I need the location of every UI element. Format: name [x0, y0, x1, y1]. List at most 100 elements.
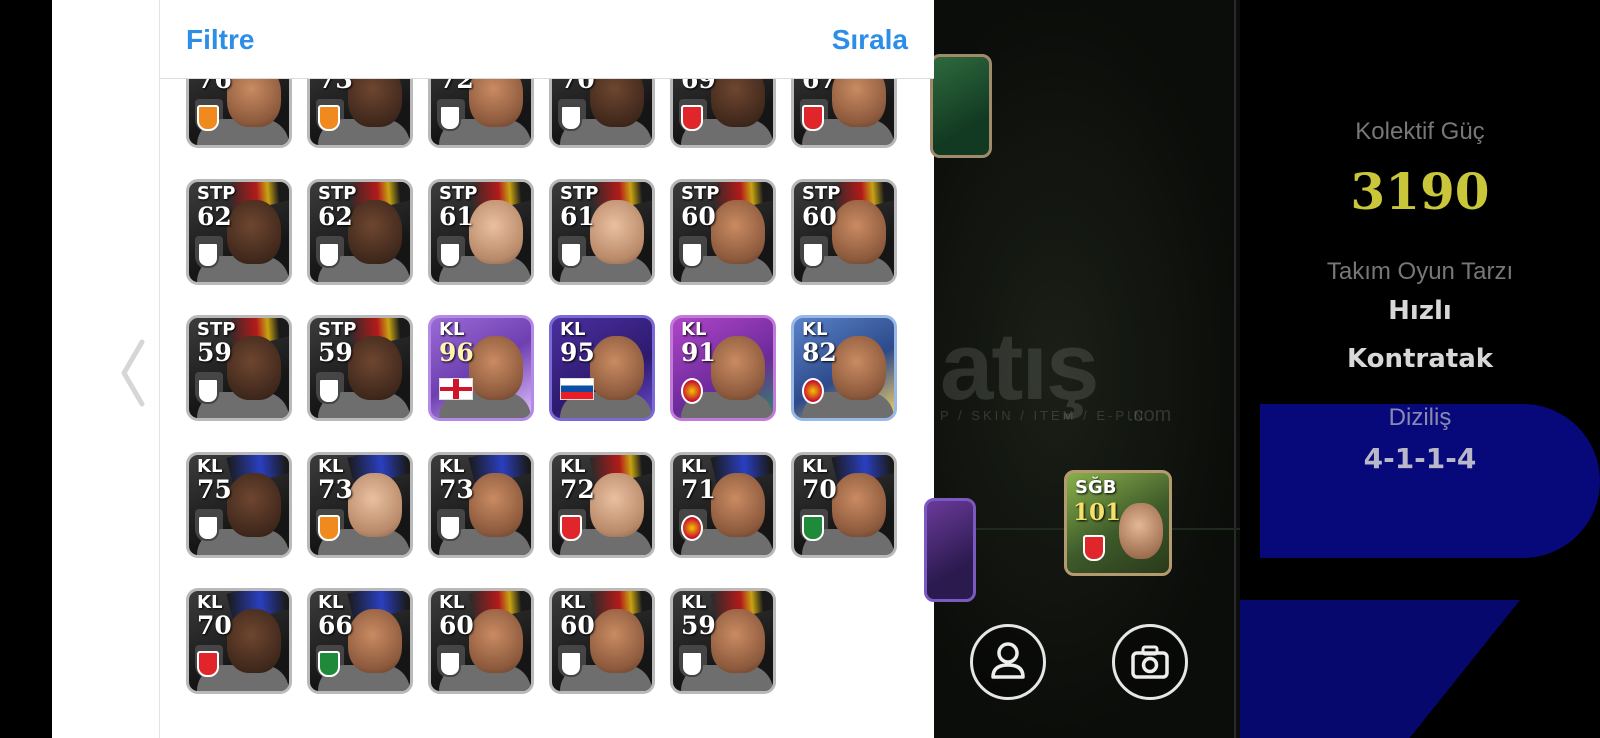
club-crest-icon — [318, 105, 340, 131]
card-position: KL — [197, 592, 223, 613]
card-rating: 60 — [560, 611, 595, 640]
profile-button[interactable] — [970, 624, 1046, 700]
field-line — [1234, 0, 1236, 738]
player-card[interactable]: KL 66 — [307, 588, 413, 694]
player-card[interactable]: KL 72 — [549, 451, 655, 558]
card-rating: 60 — [802, 201, 837, 231]
player-portrait — [348, 336, 402, 400]
player-portrait — [469, 472, 523, 537]
player-card[interactable]: STP 60 — [791, 178, 897, 285]
player-portrait — [469, 199, 523, 264]
club-crest-icon — [318, 514, 340, 541]
card-position: KL — [318, 592, 344, 613]
club-crest-icon — [318, 651, 340, 677]
player-portrait — [711, 199, 765, 264]
chevron-left-icon[interactable] — [118, 338, 148, 408]
person-icon — [991, 642, 1025, 679]
card-position: KL — [560, 455, 586, 477]
player-card[interactable]: STP 61 — [549, 178, 655, 285]
card-rating: 61 — [560, 201, 595, 231]
player-portrait — [227, 336, 281, 400]
card-position: KL — [560, 319, 586, 340]
card-rating: 82 — [802, 338, 837, 367]
player-portrait — [227, 199, 281, 264]
card-position: KL — [197, 455, 223, 477]
player-card[interactable]: KL 95 — [549, 315, 655, 421]
card-rating: 60 — [681, 201, 716, 231]
player-portrait — [832, 199, 886, 264]
card-rating: 62 — [318, 201, 353, 231]
card-rating: 95 — [560, 338, 595, 367]
watermark-logo: atış — [940, 313, 1099, 420]
team-playstyle-label: Takım Oyun Tarzı — [1326, 258, 1514, 285]
player-card[interactable]: STP 60 — [670, 178, 776, 285]
club-crest-icon — [197, 105, 219, 131]
watermark-tagline: P / SKIN / ITEM / E-PIN — [940, 408, 1147, 423]
panel-header: Filtre Sırala — [160, 0, 934, 79]
pitch-player-card-featured[interactable]: SĞB 101 — [1064, 470, 1172, 576]
card-rating: 70 — [802, 474, 837, 504]
player-portrait — [590, 336, 644, 400]
club-crest-icon — [439, 241, 461, 268]
club-crest-icon — [681, 241, 703, 268]
card-position: STP — [802, 182, 841, 204]
player-portrait — [1119, 503, 1163, 559]
collective-strength-label: Kolektif Güç — [1355, 118, 1485, 145]
player-portrait — [227, 609, 281, 673]
card-rating: 75 — [197, 474, 232, 504]
filter-button[interactable]: Filtre — [186, 24, 254, 56]
player-card[interactable]: STP 61 — [428, 178, 534, 285]
card-position: SĞB — [1075, 477, 1117, 498]
player-card[interactable]: KL 82 — [791, 315, 897, 421]
club-crest-icon — [681, 651, 703, 677]
formation-value[interactable]: 4-1-1-4 — [1240, 442, 1600, 475]
club-crest-icon — [318, 241, 340, 268]
club-crest-icon — [681, 514, 703, 541]
card-position: KL — [802, 455, 828, 477]
card-position: KL — [318, 455, 344, 477]
player-card[interactable]: KL 60 — [549, 588, 655, 694]
pitch-player-card[interactable] — [930, 54, 992, 158]
player-card[interactable]: KL 59 — [670, 588, 776, 694]
player-card[interactable]: KL 96 — [428, 315, 534, 421]
card-rating: 62 — [197, 201, 232, 231]
player-card[interactable]: KL 91 — [670, 315, 776, 421]
pitch-player-card[interactable] — [924, 498, 976, 602]
card-position: KL — [439, 592, 465, 613]
player-card[interactable]: KL 70 — [791, 451, 897, 558]
club-crest-icon — [197, 378, 219, 404]
player-card[interactable]: STP 59 — [307, 315, 413, 421]
player-card[interactable]: KL 73 — [307, 451, 413, 558]
formation-label: Diziliş — [1388, 404, 1452, 431]
player-portrait — [469, 609, 523, 673]
player-card[interactable]: KL 73 — [428, 451, 534, 558]
card-rating: 59 — [318, 338, 353, 367]
card-position: STP — [318, 182, 357, 204]
player-card[interactable]: KL 71 — [670, 451, 776, 558]
player-portrait — [348, 199, 402, 264]
club-crest-icon — [1083, 535, 1105, 561]
player-portrait — [227, 472, 281, 537]
nation-flag-icon — [560, 378, 594, 400]
player-card[interactable]: STP 62 — [307, 178, 413, 285]
card-position: STP — [197, 319, 236, 340]
card-position: KL — [681, 319, 707, 340]
sort-button[interactable]: Sırala — [832, 24, 908, 56]
decor-shape — [1240, 600, 1520, 738]
player-card[interactable]: KL 70 — [186, 588, 292, 694]
team-playstyle-value[interactable]: Kontratak — [1240, 344, 1600, 374]
camera-button[interactable] — [1112, 624, 1188, 700]
club-crest-icon — [197, 651, 219, 677]
player-card[interactable]: STP 59 — [186, 315, 292, 421]
club-crest-icon — [439, 105, 461, 131]
card-rating: 60 — [439, 611, 474, 640]
card-position: KL — [802, 319, 828, 340]
player-card[interactable]: KL 60 — [428, 588, 534, 694]
card-position: KL — [560, 592, 586, 613]
player-portrait — [348, 472, 402, 537]
player-card[interactable]: KL 75 — [186, 451, 292, 558]
team-playstyle-value[interactable]: Hızlı — [1240, 296, 1600, 326]
player-portrait — [590, 199, 644, 264]
player-selection-panel: Filtre Sırala 76 73 72 70 69 67 STP 62 STP 62 STP 6… — [160, 0, 934, 738]
player-card[interactable]: STP 62 — [186, 178, 292, 285]
